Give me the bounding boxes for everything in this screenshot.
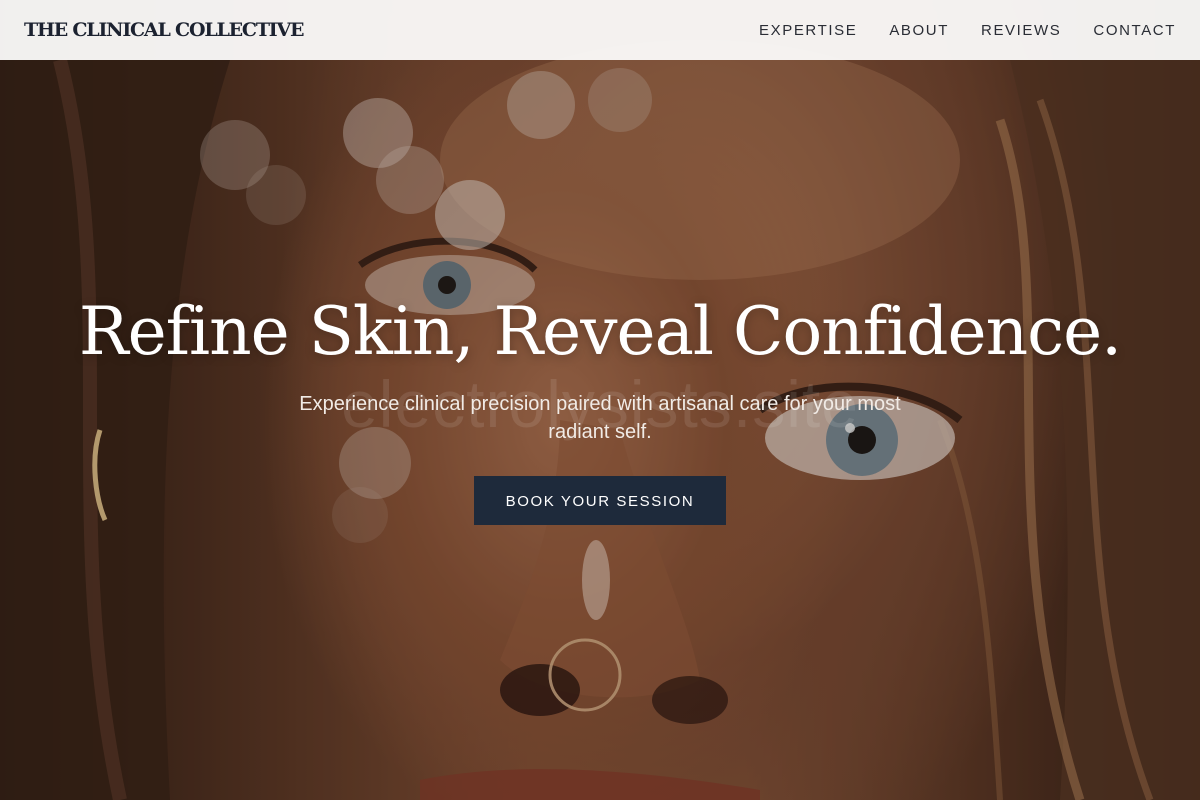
main-nav: EXPERTISE ABOUT REVIEWS CONTACT xyxy=(759,22,1176,39)
nav-link-reviews[interactable]: REVIEWS xyxy=(981,22,1061,39)
hero-subtitle: Experience clinical precision paired wit… xyxy=(299,393,901,443)
nav-link-expertise[interactable]: EXPERTISE xyxy=(759,22,857,39)
nav-link-contact[interactable]: CONTACT xyxy=(1093,22,1176,39)
hero-content: Refine Skin, Reveal Confidence. Experien… xyxy=(0,288,1200,525)
brand-logo[interactable]: THE CLINICAL COLLECTIVE xyxy=(24,19,304,41)
book-session-button[interactable]: BOOK YOUR SESSION xyxy=(474,476,726,525)
nav-link-about[interactable]: ABOUT xyxy=(889,22,949,39)
hero-title: Refine Skin, Reveal Confidence. xyxy=(78,293,1122,370)
page: THE CLINICAL COLLECTIVE EXPERTISE ABOUT … xyxy=(0,0,1200,800)
site-header: THE CLINICAL COLLECTIVE EXPERTISE ABOUT … xyxy=(0,0,1200,60)
